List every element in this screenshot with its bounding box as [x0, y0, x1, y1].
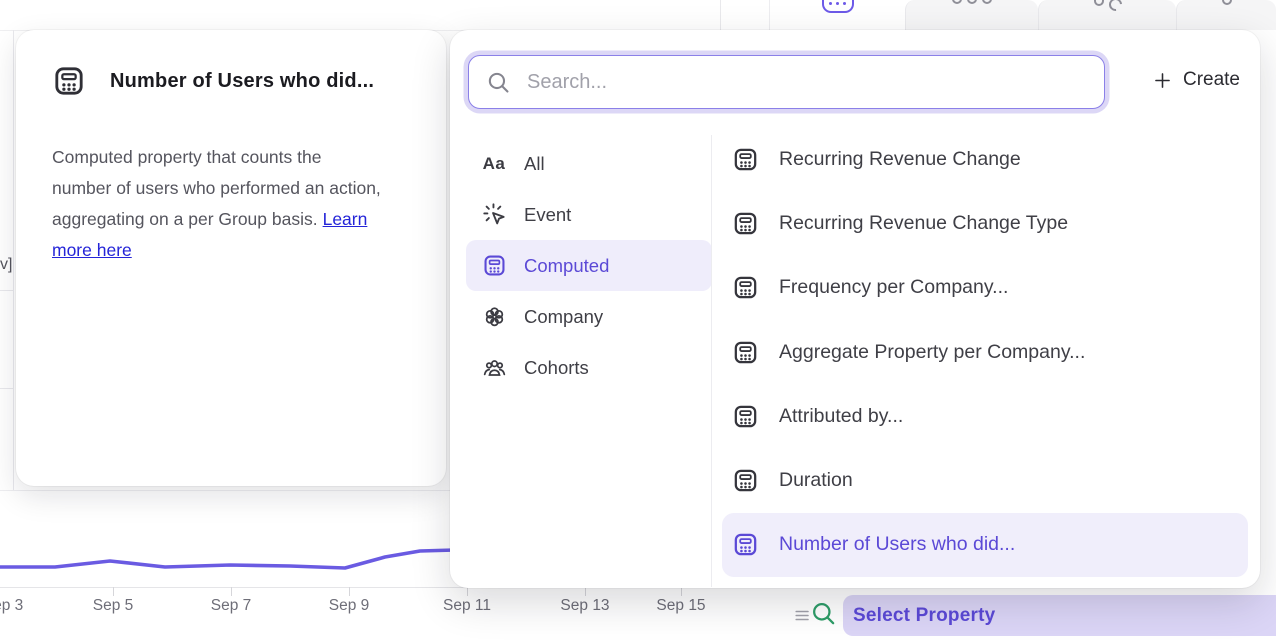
- category-cohorts[interactable]: Cohorts: [466, 342, 712, 393]
- calculator-icon: [52, 64, 86, 98]
- result-aggregate-property-per-company[interactable]: Aggregate Property per Company...: [722, 320, 1248, 384]
- axis-tick: [467, 587, 468, 596]
- category-label: All: [524, 153, 545, 175]
- chart-line: [0, 550, 455, 568]
- result-label: Aggregate Property per Company...: [779, 341, 1085, 364]
- search-box[interactable]: [468, 55, 1105, 109]
- background-row-divider: [0, 290, 13, 291]
- x-axis-label: Sep 7: [211, 597, 252, 615]
- top-strip-left: [0, 0, 721, 30]
- description-line: Computed property that counts the: [52, 142, 394, 173]
- result-label: Frequency per Company...: [779, 276, 1008, 299]
- description-line: number of users who performed an action,: [52, 173, 394, 204]
- result-recurring-revenue-change-type[interactable]: Recurring Revenue Change Type: [722, 191, 1248, 255]
- tab-fourth[interactable]: [1176, 0, 1276, 30]
- axis-tick: [681, 587, 682, 596]
- result-label: Recurring Revenue Change Type: [779, 212, 1068, 235]
- category-label: Company: [524, 306, 603, 328]
- background-row-divider: [0, 388, 13, 389]
- result-label: Duration: [779, 469, 853, 492]
- clipped-background-text: v]: [0, 256, 12, 274]
- aa-icon: Aa: [481, 154, 507, 174]
- flower-icon: [481, 304, 507, 329]
- category-event[interactable]: Event: [466, 189, 712, 240]
- calculator-icon: [732, 531, 759, 558]
- select-property-field[interactable]: Select Property: [843, 595, 1276, 636]
- tab-third[interactable]: [1038, 0, 1176, 30]
- metric-line-chart: [0, 540, 455, 587]
- calculator-icon: [732, 467, 759, 494]
- result-frequency-per-company[interactable]: Frequency per Company...: [722, 256, 1248, 320]
- background-section-divider: [0, 490, 450, 491]
- calculator-icon: [732, 210, 759, 237]
- cursor-rays-icon: [481, 202, 507, 227]
- axis-tick: [231, 587, 232, 596]
- category-computed[interactable]: Computed: [466, 240, 712, 291]
- category-all[interactable]: Aa All: [466, 138, 712, 189]
- result-attributed-by[interactable]: Attributed by...: [722, 384, 1248, 448]
- result-label: Recurring Revenue Change: [779, 148, 1021, 171]
- search-icon: [486, 70, 511, 95]
- calculator-icon: [732, 339, 759, 366]
- create-button[interactable]: Create: [1152, 69, 1240, 91]
- results-list: Recurring Revenue Change Recurring Reven…: [722, 127, 1248, 577]
- calculator-icon: [732, 274, 759, 301]
- calculator-icon: [732, 403, 759, 430]
- x-axis-label: Sep 9: [329, 597, 370, 615]
- result-duration[interactable]: Duration: [722, 448, 1248, 512]
- property-search-icon: [810, 600, 837, 627]
- circle-tab-icon: [1222, 0, 1232, 25]
- result-recurring-revenue-change[interactable]: Recurring Revenue Change: [722, 127, 1248, 191]
- select-property-label: Select Property: [853, 605, 995, 627]
- x-axis-label: Sep 5: [93, 597, 134, 615]
- plus-icon: [1152, 70, 1173, 91]
- curve-tab-icon: [1094, 0, 1122, 28]
- people-icon: [481, 355, 507, 380]
- category-list: Aa All Event Computed Company: [466, 138, 712, 393]
- tab-computed-active[interactable]: [769, 0, 905, 30]
- tooltip-title: Number of Users who did...: [110, 70, 374, 93]
- property-tooltip-card: Number of Users who did... Computed prop…: [16, 30, 446, 486]
- calculator-tab-icon: [822, 0, 854, 13]
- result-number-of-users-who-did[interactable]: Number of Users who did...: [722, 513, 1248, 577]
- background-panel-edge: [13, 30, 14, 490]
- axis-tick: [113, 587, 114, 596]
- tab-second[interactable]: [905, 0, 1038, 30]
- create-button-label: Create: [1183, 69, 1240, 91]
- x-axis-label: Sep 11: [443, 597, 491, 615]
- description-line: aggregating on a per Group basis.: [52, 209, 318, 229]
- property-picker-popover: Create Aa All Event Computed Company: [450, 30, 1260, 588]
- tooltip-description: Computed property that counts the number…: [52, 142, 394, 266]
- category-company[interactable]: Company: [466, 291, 712, 342]
- x-axis-label: Sep 3: [0, 597, 23, 615]
- result-label: Number of Users who did...: [779, 533, 1015, 556]
- category-label: Computed: [524, 255, 609, 277]
- result-label: Attributed by...: [779, 405, 903, 428]
- axis-tick: [585, 587, 586, 596]
- x-axis-label: Sep 13: [560, 597, 609, 615]
- category-label: Event: [524, 204, 571, 226]
- tooltip-header: Number of Users who did...: [16, 30, 446, 98]
- axis-tick: [349, 587, 350, 596]
- calculator-icon: [732, 146, 759, 173]
- calculator-icon: [481, 253, 507, 278]
- search-input[interactable]: [525, 70, 1069, 95]
- circles-tab-icon: [952, 0, 992, 24]
- chart-type-tabbar: [769, 0, 1276, 30]
- x-axis-label: Sep 15: [656, 597, 705, 615]
- metric-editor-screen: v] Sep 3 Sep 5 Sep 7 Sep 9 Sep 11 Sep 13…: [0, 0, 1276, 642]
- popover-divider: [711, 135, 712, 587]
- category-label: Cohorts: [524, 357, 589, 379]
